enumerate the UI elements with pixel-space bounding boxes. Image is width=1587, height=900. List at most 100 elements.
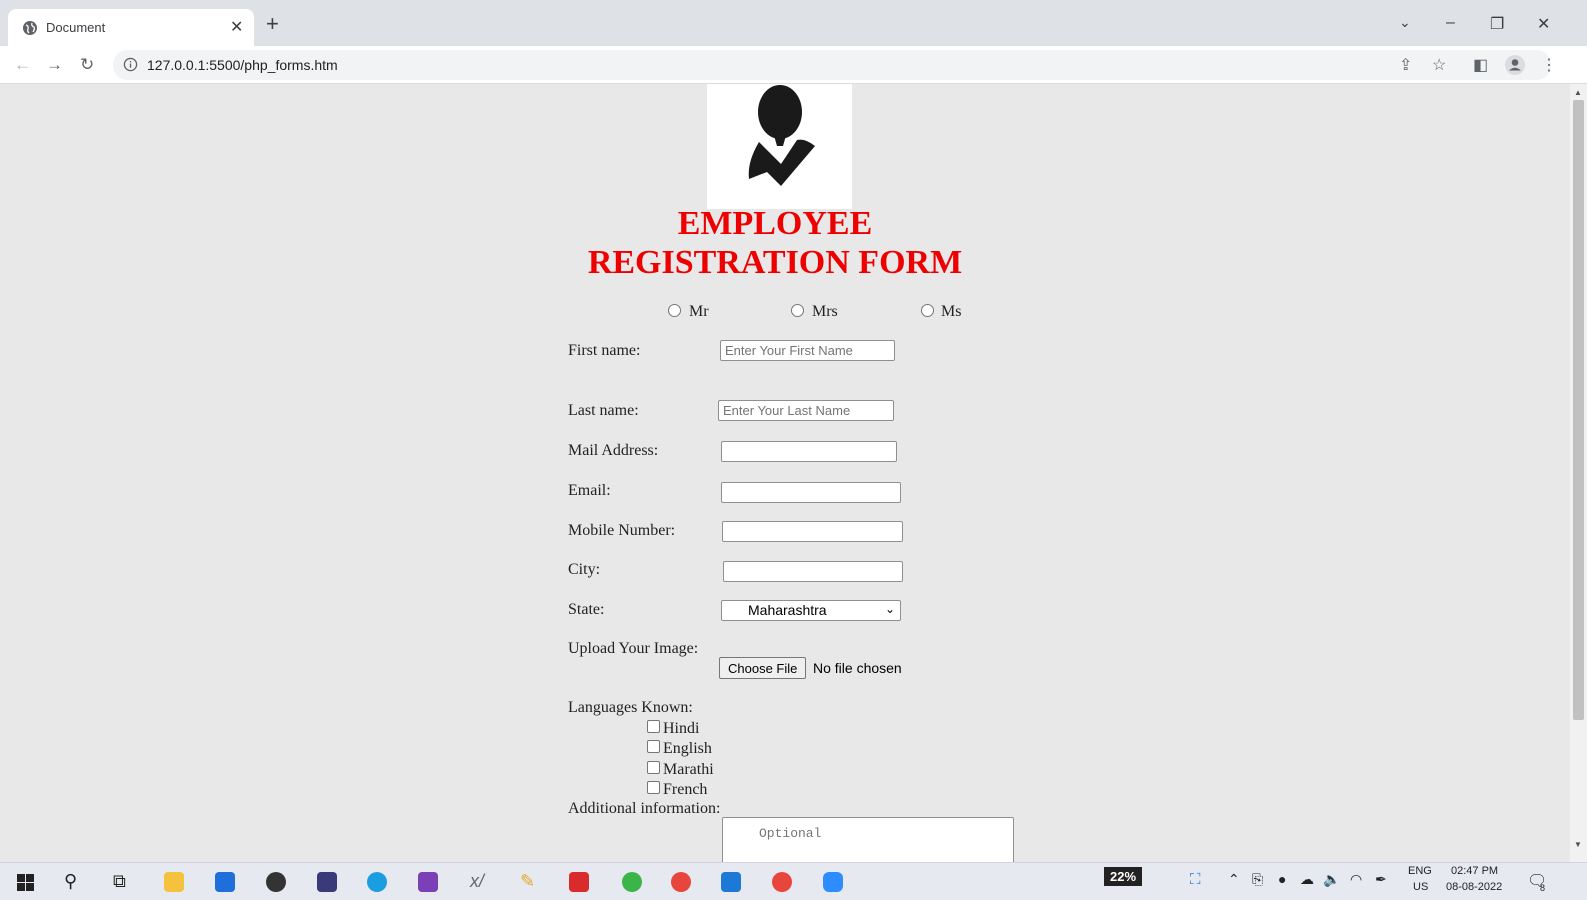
scrollbar-thumb[interactable] bbox=[1573, 100, 1584, 720]
state-label: State: bbox=[568, 601, 605, 618]
side-panel-icon[interactable]: ◧ bbox=[1473, 55, 1488, 75]
mail-address-label: Mail Address: bbox=[568, 442, 659, 459]
notification-count: 8 bbox=[1540, 883, 1546, 893]
email-label: Email: bbox=[568, 482, 611, 499]
language-eng[interactable]: ENG bbox=[1408, 865, 1432, 877]
show-hidden-icons-icon[interactable]: ⌃ bbox=[1228, 871, 1240, 888]
languages-known-label: Languages Known: bbox=[568, 699, 693, 716]
wifi-icon[interactable]: ◠ bbox=[1350, 871, 1362, 888]
vscode-icon[interactable] bbox=[721, 872, 741, 892]
texstudio-icon[interactable] bbox=[317, 872, 337, 892]
browser-tab[interactable]: Document ✕ bbox=[8, 9, 254, 46]
microphone-icon[interactable]: ● bbox=[1278, 871, 1286, 887]
checkbox-marathi-label: Marathi bbox=[663, 761, 714, 778]
globe-icon bbox=[23, 21, 37, 35]
pen-tray-icon[interactable]: ✒ bbox=[1375, 871, 1387, 888]
acrobat-icon[interactable] bbox=[569, 872, 589, 892]
restore-icon[interactable]: ❐ bbox=[1490, 14, 1504, 34]
checkbox-marathi[interactable] bbox=[647, 761, 660, 774]
info-icon[interactable] bbox=[123, 57, 138, 72]
checkbox-hindi-label: Hindi bbox=[663, 720, 700, 737]
radio-ms[interactable] bbox=[921, 304, 934, 317]
last-name-label: Last name: bbox=[568, 402, 639, 419]
search-icon[interactable]: ⚲ bbox=[64, 871, 77, 892]
scroll-down-icon[interactable]: ▼ bbox=[1574, 840, 1582, 849]
language-us[interactable]: US bbox=[1413, 881, 1428, 893]
address-bar[interactable]: 127.0.0.1:5500/php_forms.htm bbox=[113, 50, 1551, 80]
checkbox-french[interactable] bbox=[647, 781, 660, 794]
checkbox-english-label: English bbox=[663, 740, 712, 757]
first-name-input[interactable]: Enter Your First Name bbox=[720, 340, 895, 361]
form-title-line1: EMPLOYEE bbox=[677, 205, 873, 242]
back-icon[interactable]: ← bbox=[14, 55, 31, 75]
store-app-icon[interactable] bbox=[215, 872, 235, 892]
page-content: EMPLOYEE REGISTRATION FORM Mr Mrs Ms Fir… bbox=[0, 84, 1570, 862]
close-tab-icon[interactable]: ✕ bbox=[230, 17, 243, 37]
obs-icon[interactable] bbox=[266, 872, 286, 892]
bookmark-star-icon[interactable]: ☆ bbox=[1432, 55, 1446, 75]
email-input[interactable] bbox=[721, 482, 901, 503]
clock-date[interactable]: 08-08-2022 bbox=[1446, 881, 1502, 893]
profile-avatar-icon[interactable] bbox=[1504, 54, 1526, 76]
task-view-icon[interactable]: ⧉ bbox=[113, 871, 126, 892]
checkbox-french-label: French bbox=[663, 781, 708, 798]
network-app-icon[interactable]: ⛶ bbox=[1190, 871, 1201, 888]
volume-icon[interactable]: 🔈 bbox=[1323, 871, 1340, 888]
scroll-up-icon[interactable]: ▲ bbox=[1574, 88, 1582, 97]
file-explorer-icon[interactable] bbox=[164, 872, 184, 892]
new-tab-icon[interactable]: + bbox=[266, 13, 279, 35]
radio-mrs-label: Mrs bbox=[812, 303, 838, 320]
choose-file-button[interactable]: Choose File bbox=[719, 657, 807, 679]
city-label: City: bbox=[568, 561, 601, 578]
form-title-line2: REGISTRATION FORM bbox=[587, 244, 963, 281]
math-app-icon[interactable]: x/ bbox=[470, 871, 484, 892]
tab-search-chevron-icon[interactable]: ⌄ bbox=[1399, 14, 1411, 31]
clock-time[interactable]: 02:47 PM bbox=[1451, 865, 1498, 877]
additional-info-textarea[interactable]: Optional bbox=[722, 817, 1014, 862]
url-text: 127.0.0.1:5500/php_forms.htm bbox=[147, 57, 338, 73]
radio-ms-label: Ms bbox=[941, 303, 962, 320]
windows-start-icon[interactable] bbox=[17, 874, 34, 891]
menu-kebab-icon[interactable]: ⋮ bbox=[1541, 55, 1557, 75]
zoom-icon[interactable] bbox=[823, 872, 843, 892]
page-scrollbar[interactable]: ▲ ▼ bbox=[1570, 84, 1587, 862]
chrome-icon[interactable] bbox=[671, 872, 691, 892]
mail-address-input[interactable] bbox=[721, 441, 897, 462]
radio-mr-label: Mr bbox=[689, 303, 709, 320]
minimize-icon[interactable]: – bbox=[1446, 14, 1455, 32]
cloud-icon[interactable]: ☁ bbox=[1300, 871, 1314, 888]
browser-toolbar: ← → ↻ 127.0.0.1:5500/php_forms.htm ⇪ ☆ ◧… bbox=[0, 46, 1587, 84]
employee-icon bbox=[748, 85, 815, 186]
state-select-value: Maharashtra bbox=[748, 602, 827, 618]
mobile-number-label: Mobile Number: bbox=[568, 522, 676, 539]
checkbox-hindi[interactable] bbox=[647, 720, 660, 733]
chevron-down-icon: ⌄ bbox=[884, 602, 895, 616]
no-file-chosen-text: No file chosen bbox=[813, 660, 902, 676]
mobile-number-input[interactable] bbox=[722, 521, 903, 542]
form-title: EMPLOYEE REGISTRATION FORM bbox=[580, 204, 970, 282]
browser-titlebar: Document ✕ + ⌄ – ❐ ✕ bbox=[0, 0, 1587, 46]
last-name-input[interactable]: Enter Your Last Name bbox=[718, 400, 894, 421]
share-icon[interactable]: ⇪ bbox=[1399, 55, 1412, 75]
city-input[interactable] bbox=[723, 561, 903, 582]
close-window-icon[interactable]: ✕ bbox=[1537, 14, 1550, 34]
edge-icon[interactable] bbox=[367, 872, 387, 892]
windows-taskbar: ⚲ ⧉ x/ ✎ 22% ⛶ ⌃ ⎘ ● ☁ 🔈 ◠ ✒ ENG US 02:4… bbox=[0, 862, 1587, 900]
whatsapp-icon[interactable] bbox=[622, 872, 642, 892]
employee-logo bbox=[707, 84, 852, 209]
radio-mr[interactable] bbox=[668, 304, 681, 317]
state-select[interactable]: Maharashtra ⌄ bbox=[721, 600, 901, 621]
onenote-icon[interactable] bbox=[418, 872, 438, 892]
reload-icon[interactable]: ↻ bbox=[80, 55, 94, 75]
checkbox-english[interactable] bbox=[647, 740, 660, 753]
radio-mrs[interactable] bbox=[791, 304, 804, 317]
tab-title: Document bbox=[46, 20, 106, 35]
additional-info-label: Additional information: bbox=[568, 800, 721, 817]
battery-percentage[interactable]: 22% bbox=[1104, 867, 1143, 886]
pen-app-icon[interactable]: ✎ bbox=[520, 871, 535, 892]
display-icon[interactable]: ⎘ bbox=[1252, 871, 1263, 888]
chrome-active-icon[interactable] bbox=[772, 872, 792, 892]
forward-icon[interactable]: → bbox=[46, 55, 63, 75]
upload-image-label: Upload Your Image: bbox=[568, 640, 699, 657]
first-name-label: First name: bbox=[568, 342, 641, 359]
